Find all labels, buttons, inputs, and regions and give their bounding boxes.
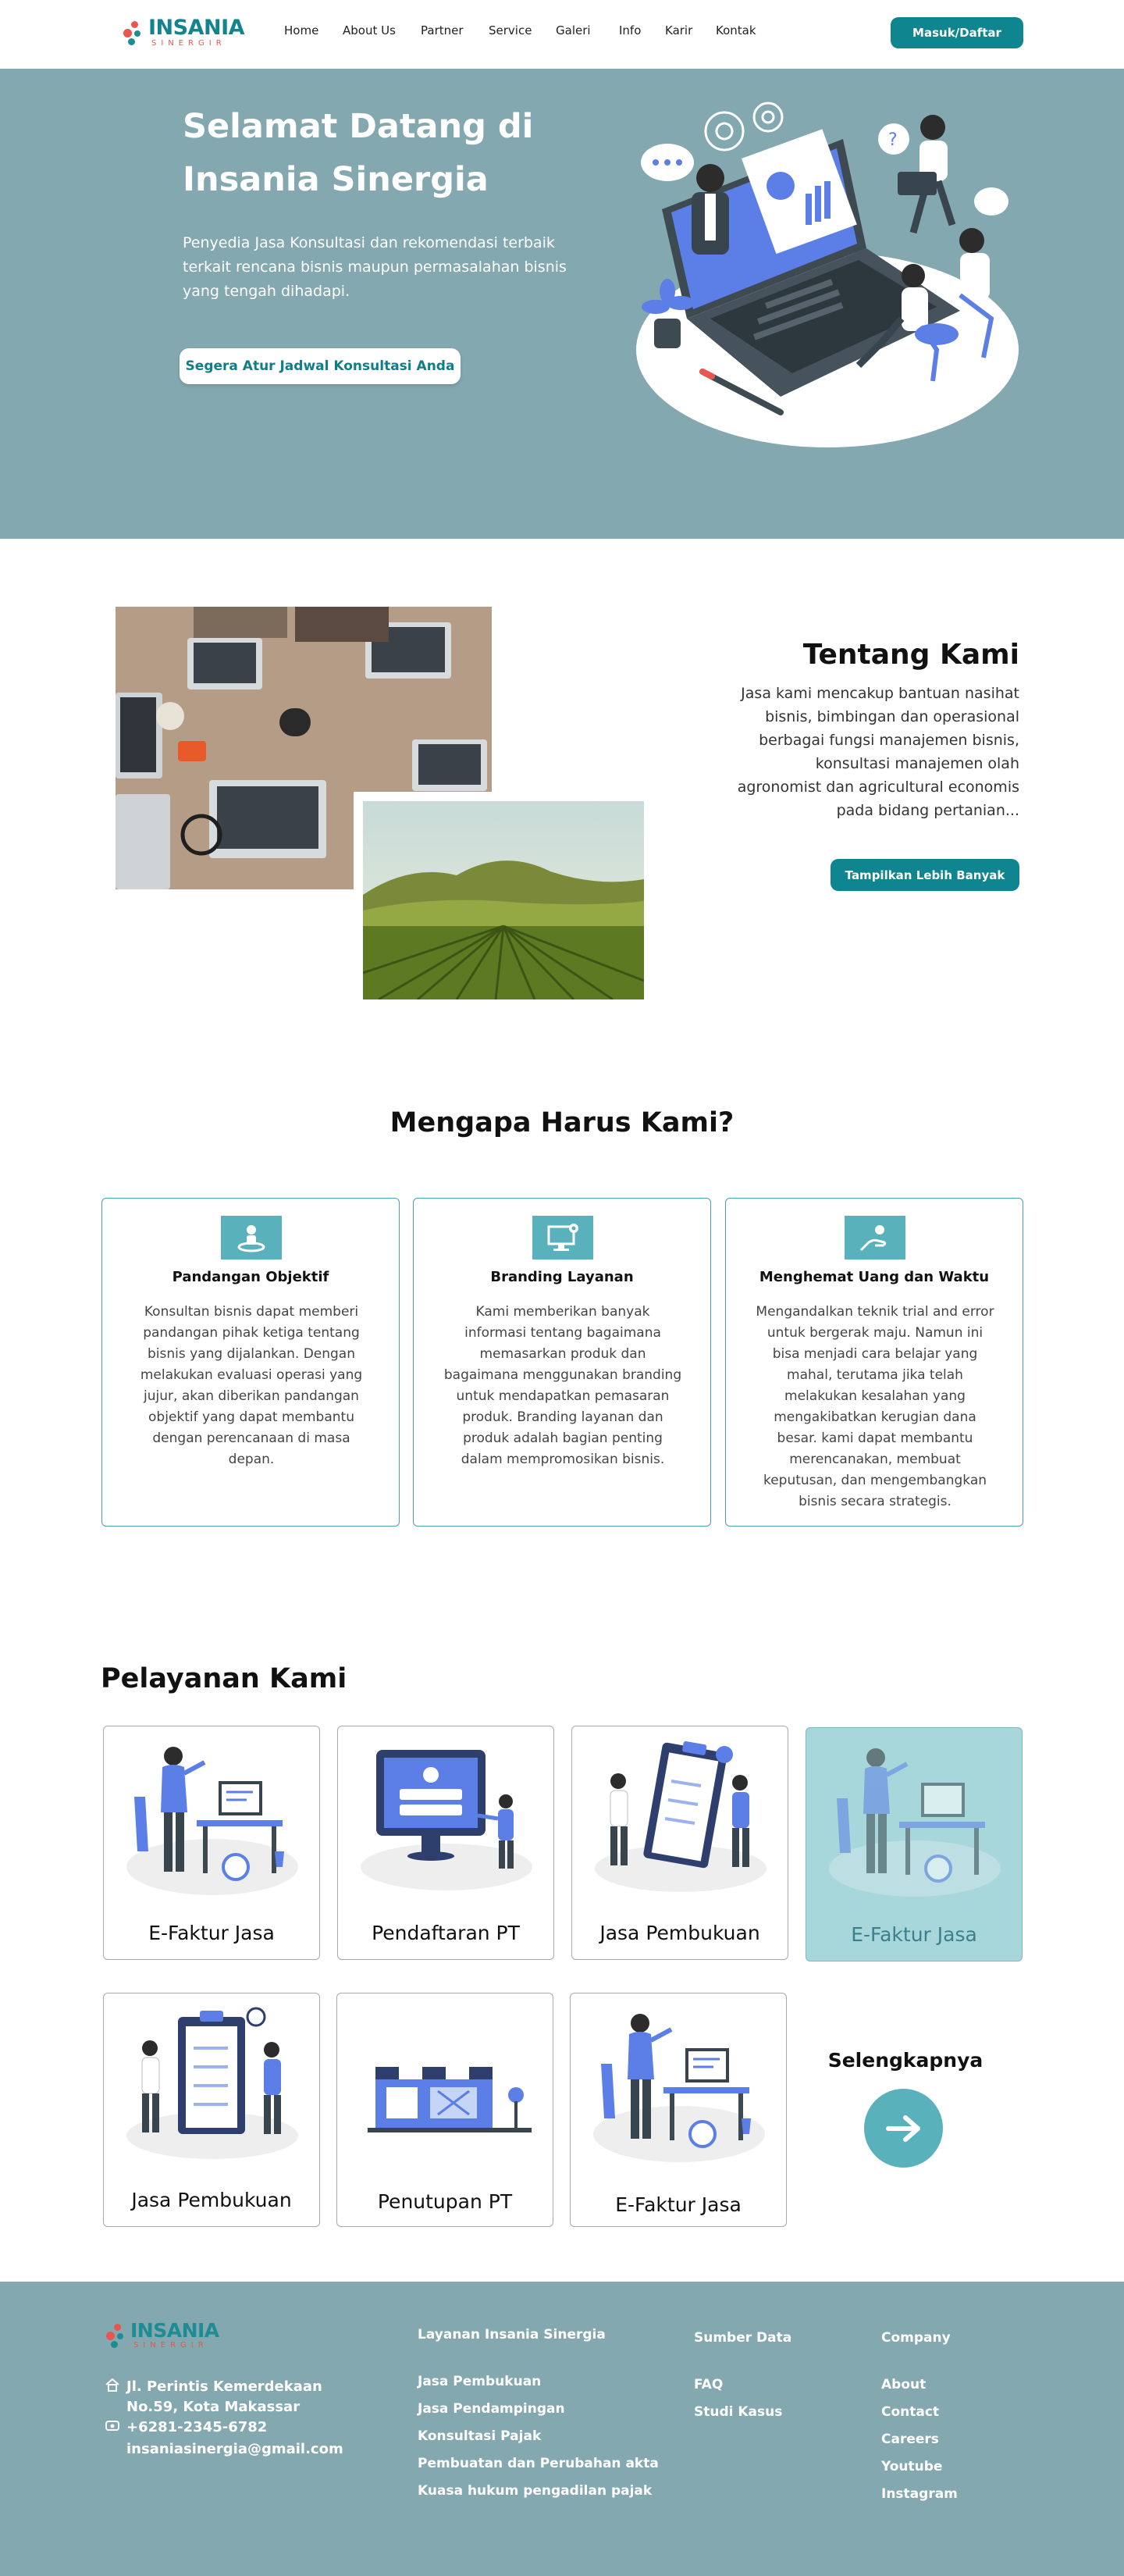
- why-card: Pandangan Objektif Konsultan bisnis dapa…: [101, 1198, 400, 1527]
- service-card[interactable]: E-Faktur Jasa: [806, 1727, 1023, 1961]
- why-card: Menghemat Uang dan Waktu Mengandalkan te…: [725, 1198, 1023, 1527]
- footer-link[interactable]: Kuasa hukum pengadilan pajak: [418, 2483, 659, 2510]
- home-icon: [105, 2377, 120, 2399]
- service-card[interactable]: Penutupan PT: [336, 1993, 553, 2227]
- monitor-registration-illustration: [361, 1750, 532, 1890]
- footer-link[interactable]: FAQ: [694, 2377, 791, 2404]
- schedule-consultation-button[interactable]: Segera Atur Jadwal Konsultasi Anda: [180, 348, 461, 384]
- footer: INSANIA SINERGIR Jl. Perintis Kemerdekaa…: [0, 2282, 1124, 2576]
- service-card[interactable]: Jasa Pembukuan: [571, 1726, 788, 1960]
- footer-column-heading: Sumber Data: [694, 2330, 792, 2346]
- clipboard-people-illustration: [126, 2007, 298, 2159]
- why-us-title: Mengapa Harus Kami?: [389, 1107, 735, 1138]
- service-label: Pendaftaran PT: [372, 1922, 520, 1944]
- navbar: INSANIA SINERGIR Home About Us Partner S…: [0, 0, 1124, 69]
- service-card[interactable]: Pendaftaran PT: [337, 1726, 554, 1960]
- phone-number[interactable]: +6281-2345-6782: [126, 2417, 267, 2438]
- person-target-icon: [221, 1216, 282, 1259]
- logo-mark-icon: [106, 2322, 126, 2349]
- service-card[interactable]: E-Faktur Jasa: [570, 1993, 787, 2227]
- footer-link[interactable]: Konsultasi Pajak: [418, 2428, 659, 2456]
- see-more-label: Selengkapnya: [827, 2049, 984, 2072]
- why-card-text: Mengandalkan teknik trial and error untu…: [756, 1304, 994, 1509]
- nav-home[interactable]: Home: [284, 23, 318, 37]
- service-label: Penutupan PT: [377, 2190, 513, 2213]
- service-label: Jasa Pembukuan: [599, 1922, 760, 1944]
- footer-link[interactable]: Careers: [881, 2432, 958, 2459]
- see-more-button[interactable]: [864, 2089, 943, 2168]
- address-line-1: Jl. Perintis Kemerdekaan: [126, 2378, 322, 2395]
- hero-description: Penyedia Jasa Konsultasi dan rekomendasi…: [183, 234, 567, 300]
- woman-desk-illustration: [126, 1747, 298, 1895]
- service-label: Jasa Pembukuan: [131, 2189, 292, 2211]
- svg-text:?: ?: [888, 130, 898, 150]
- hero-section: Selamat Datang di Insania Sinergia Penye…: [0, 69, 1124, 539]
- service-label: E-Faktur Jasa: [851, 1923, 977, 1946]
- logo-name: INSANIA: [148, 16, 245, 40]
- footer-link[interactable]: Youtube: [881, 2459, 958, 2486]
- login-register-button[interactable]: Masuk/Daftar: [891, 17, 1023, 48]
- why-card: Branding Layanan Kami memberikan banyak …: [413, 1198, 711, 1527]
- service-card[interactable]: Jasa Pembukuan: [103, 1993, 320, 2227]
- hand-coin-icon: [845, 1216, 905, 1259]
- footer-data-column: Sumber Data FAQ Studi Kasus: [694, 2330, 791, 2432]
- farm-field-photo: [362, 801, 645, 1001]
- clipboard-people-illustration: [595, 1740, 767, 1892]
- address-line-2: No.59, Kota Makassar: [126, 2399, 301, 2415]
- woman-desk-illustration: [829, 1748, 1001, 1897]
- nav-galeri[interactable]: Galeri: [556, 23, 591, 37]
- why-card-text: Konsultan bisnis dapat memberi pandangan…: [140, 1304, 363, 1467]
- footer-link[interactable]: Contact: [881, 2404, 958, 2432]
- footer-logo[interactable]: INSANIA SINERGIR: [106, 2321, 219, 2350]
- about-text: Jasa kami mencakup bantuan nasihat bisni…: [737, 685, 1019, 819]
- farm-field-photo-frame: [354, 792, 653, 1009]
- footer-contact: Jl. Perintis Kemerdekaan No.59, Kota Mak…: [105, 2377, 343, 2460]
- services-title: Pelayanan Kami: [101, 1663, 347, 1694]
- why-card-title: Menghemat Uang dan Waktu: [759, 1269, 990, 1285]
- hero-title: Selamat Datang di Insania Sinergia: [183, 107, 534, 199]
- about-title: Tentang Kami: [802, 639, 1019, 671]
- nav-partner[interactable]: Partner: [421, 23, 464, 37]
- footer-link[interactable]: Pembuatan dan Perubahan akta: [418, 2456, 659, 2483]
- service-label: E-Faktur Jasa: [148, 1922, 275, 1944]
- nav-karir[interactable]: Karir: [665, 23, 692, 37]
- logo-sub: SINERGIR: [151, 39, 226, 48]
- footer-column-heading: Company: [881, 2330, 951, 2346]
- footer-link[interactable]: Jasa Pembukuan: [418, 2374, 659, 2401]
- storefront-illustration: [368, 2067, 532, 2132]
- service-label: E-Faktur Jasa: [615, 2193, 742, 2216]
- consulting-laptop-illustration: ?: [636, 102, 1019, 447]
- service-card[interactable]: E-Faktur Jasa: [103, 1726, 320, 1960]
- footer-column-heading: Layanan Insania Sinergia: [418, 2327, 606, 2343]
- footer-logo-name: INSANIA: [130, 2319, 219, 2342]
- arrow-right-icon: [885, 2115, 920, 2142]
- logo-mark-icon: [123, 20, 144, 46]
- nav-kontak[interactable]: Kontak: [716, 23, 756, 37]
- why-card-text: Kami memberikan banyak informasi tentang…: [443, 1304, 682, 1467]
- nav-service[interactable]: Service: [489, 23, 532, 37]
- show-more-button[interactable]: Tampilkan Lebih Banyak: [831, 859, 1019, 891]
- footer-link[interactable]: Studi Kasus: [694, 2404, 791, 2432]
- monitor-gear-icon: [532, 1216, 593, 1259]
- email-address[interactable]: insaniasinergia@gmail.com: [126, 2439, 343, 2460]
- nav-info[interactable]: Info: [619, 23, 641, 37]
- footer-logo-sub: SINERGIR: [133, 2341, 208, 2350]
- why-card-title: Pandangan Objektif: [172, 1269, 329, 1285]
- footer-link[interactable]: About: [881, 2377, 958, 2404]
- why-card-title: Branding Layanan: [490, 1269, 634, 1285]
- footer-link[interactable]: Jasa Pendampingan: [418, 2401, 659, 2428]
- footer-company-column: Company About Contact Careers Youtube In…: [881, 2330, 958, 2514]
- brand-logo[interactable]: INSANIA SINERGIR: [123, 16, 245, 48]
- footer-link[interactable]: Instagram: [881, 2486, 958, 2514]
- footer-services-column: Layanan Insania Sinergia Jasa Pembukuan …: [418, 2327, 659, 2510]
- woman-desk-illustration: [593, 2014, 765, 2162]
- phone-icon: [105, 2417, 120, 2439]
- nav-about-us[interactable]: About Us: [343, 23, 396, 37]
